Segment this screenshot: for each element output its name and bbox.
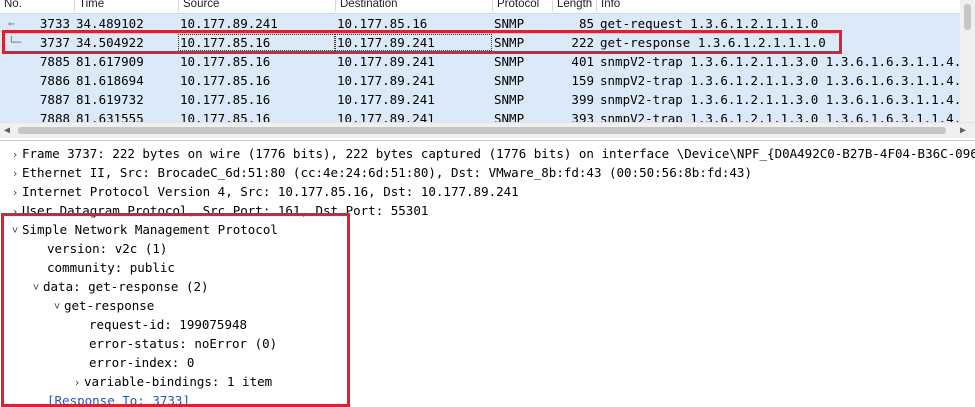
packet-row[interactable]: 7885 81.617909 10.177.85.16 10.177.89.241 SN… (0, 52, 960, 71)
packet-destination: 10.177.89.241 (337, 73, 435, 88)
packet-row[interactable]: 7886 81.618694 10.177.85.16 10.177.89.241 SN… (0, 71, 960, 90)
detail-tree-item[interactable]: › Frame 3737: 222 bytes on wire (1776 bit… (8, 144, 975, 163)
packet-destination: 10.177.85.16 (337, 16, 428, 31)
detail-tree-item[interactable]: community: public (47, 258, 175, 277)
horizontal-scrollbar-thumb[interactable] (18, 127, 946, 134)
packet-info: snmpV2-trap 1.3.6.1.2.1.1.3.0 1.3.6.1.6.… (600, 54, 960, 69)
chevron-down-icon[interactable]: ˅ (50, 297, 64, 316)
packet-length: 222 (571, 35, 594, 50)
packet-row[interactable]: ← 3733 34.489102 10.177.89.241 10.177.85.16 S… (0, 14, 960, 33)
detail-tree-label: error-index: 0 (89, 355, 195, 370)
detail-tree-label: Frame 3737: 222 bytes on wire (1776 bits… (22, 146, 975, 161)
packet-destination: 10.177.89.241 (337, 92, 435, 107)
detail-tree-label: error-status: noError (0) (89, 336, 278, 351)
packet-info: snmpV2-trap 1.3.6.1.2.1.1.3.0 1.3.6.1.6.… (600, 73, 960, 88)
column-header-protocol[interactable]: Protocol (492, 0, 552, 12)
column-header-no[interactable]: No. (0, 0, 74, 12)
detail-tree-label: Internet Protocol Version 4, Src: 10.177… (22, 184, 519, 199)
packet-number: 3733 (39, 16, 70, 31)
detail-tree-item[interactable]: request-id: 199075948 (89, 315, 247, 334)
packet-info: snmpV2-trap 1.3.6.1.2.1.1.3.0 1.3.6.1.6.… (600, 92, 960, 107)
detail-tree-item[interactable]: › variable-bindings: 1 item (70, 372, 272, 391)
packet-number: 7885 (39, 54, 70, 69)
detail-tree-label: Simple Network Management Protocol (22, 222, 278, 237)
detail-tree-item[interactable]: › Ethernet II, Src: BrocadeC_6d:51:80 (cc… (8, 163, 752, 182)
packet-length: 159 (571, 73, 594, 88)
scroll-left-arrow-icon[interactable]: ◀ (4, 123, 10, 138)
packet-source: 10.177.85.16 (180, 73, 271, 88)
packet-length: 401 (571, 54, 594, 69)
detail-tree-item[interactable]: version: v2c (1) (47, 239, 167, 258)
detail-tree-label: get-response (64, 298, 155, 313)
column-header-source[interactable]: Source (178, 0, 335, 12)
packet-row[interactable]: 7887 81.619732 10.177.85.16 10.177.89.241 SN… (0, 90, 960, 109)
packet-number: 7886 (39, 73, 70, 88)
packet-destination: 10.177.89.241 (337, 35, 435, 50)
chevron-down-icon[interactable]: ˅ (8, 221, 22, 240)
packet-list[interactable]: No. Time Source Destination Protocol Len… (0, 0, 975, 138)
detail-tree-item[interactable]: › User Datagram Protocol, Src Port: 161, … (8, 201, 429, 221)
packet-details-tree[interactable]: › Frame 3737: 222 bytes on wire (1776 bit… (0, 140, 975, 407)
packet-source: 10.177.85.16 (180, 35, 271, 50)
detail-tree-item[interactable]: [Response To: 3733] (47, 391, 190, 407)
packet-row-selected[interactable]: └─ 3737 34.504922 10.177.85.16 10.177.89.241… (0, 33, 960, 52)
response-to-link[interactable]: [Response To: 3733] (47, 393, 190, 407)
detail-tree-label: variable-bindings: 1 item (84, 374, 273, 389)
packet-protocol: SNMP (494, 16, 525, 31)
chevron-right-icon[interactable]: › (70, 373, 84, 392)
packet-info: get-response 1.3.6.1.2.1.1.1.0 (600, 35, 826, 50)
packet-time: 34.489102 (76, 16, 144, 31)
packet-source: 10.177.85.16 (180, 92, 271, 107)
packet-list-vertical-scrollbar[interactable] (960, 0, 975, 122)
packet-length: 399 (571, 92, 594, 107)
detail-tree-item[interactable]: ˅ data: get-response (2) (29, 277, 209, 296)
packet-length: 85 (578, 16, 594, 31)
scroll-right-arrow-icon[interactable]: ▶ (960, 123, 966, 138)
packet-number: 3737 (39, 35, 70, 50)
column-header-time[interactable]: Time (74, 0, 178, 12)
detail-tree-item[interactable]: error-index: 0 (89, 353, 194, 372)
detail-tree-item[interactable]: error-status: noError (0) (89, 334, 277, 353)
detail-tree-label: request-id: 199075948 (89, 317, 248, 332)
detail-tree-label: version: v2c (1) (47, 241, 168, 256)
packet-time: 81.617909 (76, 54, 144, 69)
packet-number: 7887 (39, 92, 70, 107)
packet-source: 10.177.89.241 (180, 16, 278, 31)
chevron-down-icon[interactable]: ˅ (29, 278, 43, 297)
column-header-destination[interactable]: Destination (335, 0, 492, 12)
detail-tree-item[interactable]: ˅ get-response (50, 296, 155, 316)
packet-info: get-request 1.3.6.1.2.1.1.1.0 (600, 16, 819, 31)
chevron-right-icon[interactable]: › (8, 164, 22, 183)
detail-tree-label: community: public (47, 260, 175, 275)
packet-list-horizontal-scrollbar[interactable]: ◀ ▶ (0, 122, 975, 138)
packet-time: 34.504922 (76, 35, 144, 50)
packet-time: 81.619732 (76, 92, 144, 107)
scrollbar-thumb[interactable] (964, 4, 971, 30)
detail-tree-label: User Datagram Protocol, Src Port: 161, D… (22, 203, 429, 218)
detail-tree-label: data: get-response (2) (43, 279, 209, 294)
detail-tree-item[interactable]: › Internet Protocol Version 4, Src: 10.17… (8, 182, 519, 201)
column-header-length[interactable]: Length (552, 0, 596, 12)
chevron-right-icon[interactable]: › (8, 145, 22, 164)
packet-source: 10.177.85.16 (180, 54, 271, 69)
packet-protocol: SNMP (494, 54, 525, 69)
packet-time: 81.618694 (76, 73, 144, 88)
chevron-right-icon[interactable]: › (8, 183, 22, 202)
chevron-right-icon[interactable]: › (8, 202, 22, 221)
column-header-info[interactable]: Info (596, 0, 975, 12)
packet-protocol: SNMP (494, 73, 525, 88)
packet-list-header: No. Time Source Destination Protocol Len… (0, 0, 975, 14)
detail-tree-item[interactable]: ˅ Simple Network Management Protocol (8, 220, 278, 239)
packet-destination: 10.177.89.241 (337, 54, 435, 69)
packet-protocol: SNMP (494, 92, 525, 107)
detail-tree-label: Ethernet II, Src: BrocadeC_6d:51:80 (cc:… (22, 165, 752, 180)
packet-protocol: SNMP (494, 35, 525, 50)
